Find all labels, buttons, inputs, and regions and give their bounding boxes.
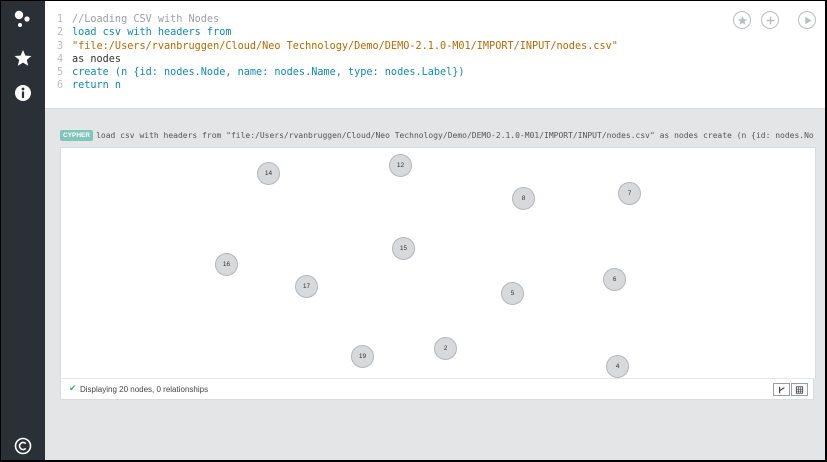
graph-node[interactable]: 12 (389, 154, 412, 177)
table-view-icon[interactable] (791, 383, 808, 396)
sidebar (1, 1, 45, 460)
graph-node[interactable]: 17 (295, 275, 318, 298)
graph-node[interactable]: 15 (392, 237, 415, 260)
line-number: 5 (57, 67, 64, 79)
graph-node[interactable]: 8 (512, 187, 535, 210)
success-check-icon: ✔ (69, 383, 77, 393)
graph-view-icon[interactable] (773, 383, 790, 396)
line-number: 4 (57, 53, 64, 65)
code-line: load csv with headers from (72, 27, 232, 39)
cypher-badge: CYPHER (60, 130, 94, 142)
status-message: Displaying 20 nodes, 0 relationships (80, 385, 209, 394)
code-editor[interactable]: 1 //Loading CSV with Nodes 2 load csv with… (57, 13, 618, 93)
query-editor[interactable]: 1 //Loading CSV with Nodes 2 load csv with… (45, 1, 825, 109)
code-line: "file:/Users/rvanbruggen/Cloud/Neo Techn… (72, 40, 618, 52)
info-icon[interactable] (13, 83, 33, 103)
line-number: 6 (57, 80, 64, 92)
graph-node[interactable]: 5 (501, 282, 524, 305)
line-number: 3 (57, 40, 64, 52)
graph-node[interactable]: 16 (215, 253, 238, 276)
graph-node[interactable]: 4 (606, 355, 629, 378)
add-plus-icon[interactable] (761, 11, 779, 29)
graph-node[interactable]: 2 (434, 337, 457, 360)
star-icon[interactable] (13, 48, 33, 68)
graph-visualization[interactable]: 14 12 8 7 15 16 17 6 5 19 2 4 (60, 147, 816, 379)
graph-node[interactable]: 19 (351, 345, 374, 368)
run-play-icon[interactable] (798, 11, 816, 29)
code-line: //Loading CSV with Nodes (72, 14, 220, 25)
result-status-bar: ✔ Displaying 20 nodes, 0 relationships (60, 378, 814, 400)
favorite-star-icon[interactable] (733, 11, 751, 29)
copyright-icon[interactable] (13, 436, 33, 456)
neo4j-logo-icon[interactable] (13, 9, 33, 29)
graph-node[interactable]: 6 (603, 268, 626, 291)
code-line: as nodes (72, 53, 122, 65)
browser-frame: 1 //Loading CSV with Nodes 2 load csv with… (1, 1, 825, 460)
executed-query[interactable]: load csv with headers from "file:/Users/… (96, 131, 814, 140)
graph-node[interactable]: 7 (618, 182, 641, 205)
graph-node[interactable]: 14 (257, 162, 280, 185)
code-line: create (n {id: nodes.Node, name: nodes.N… (72, 67, 465, 79)
line-number: 1 (57, 14, 64, 25)
line-number: 2 (57, 27, 64, 39)
result-frame-header: CYPHER load csv with headers from "file:/… (60, 127, 814, 143)
code-line: return n (72, 80, 122, 92)
